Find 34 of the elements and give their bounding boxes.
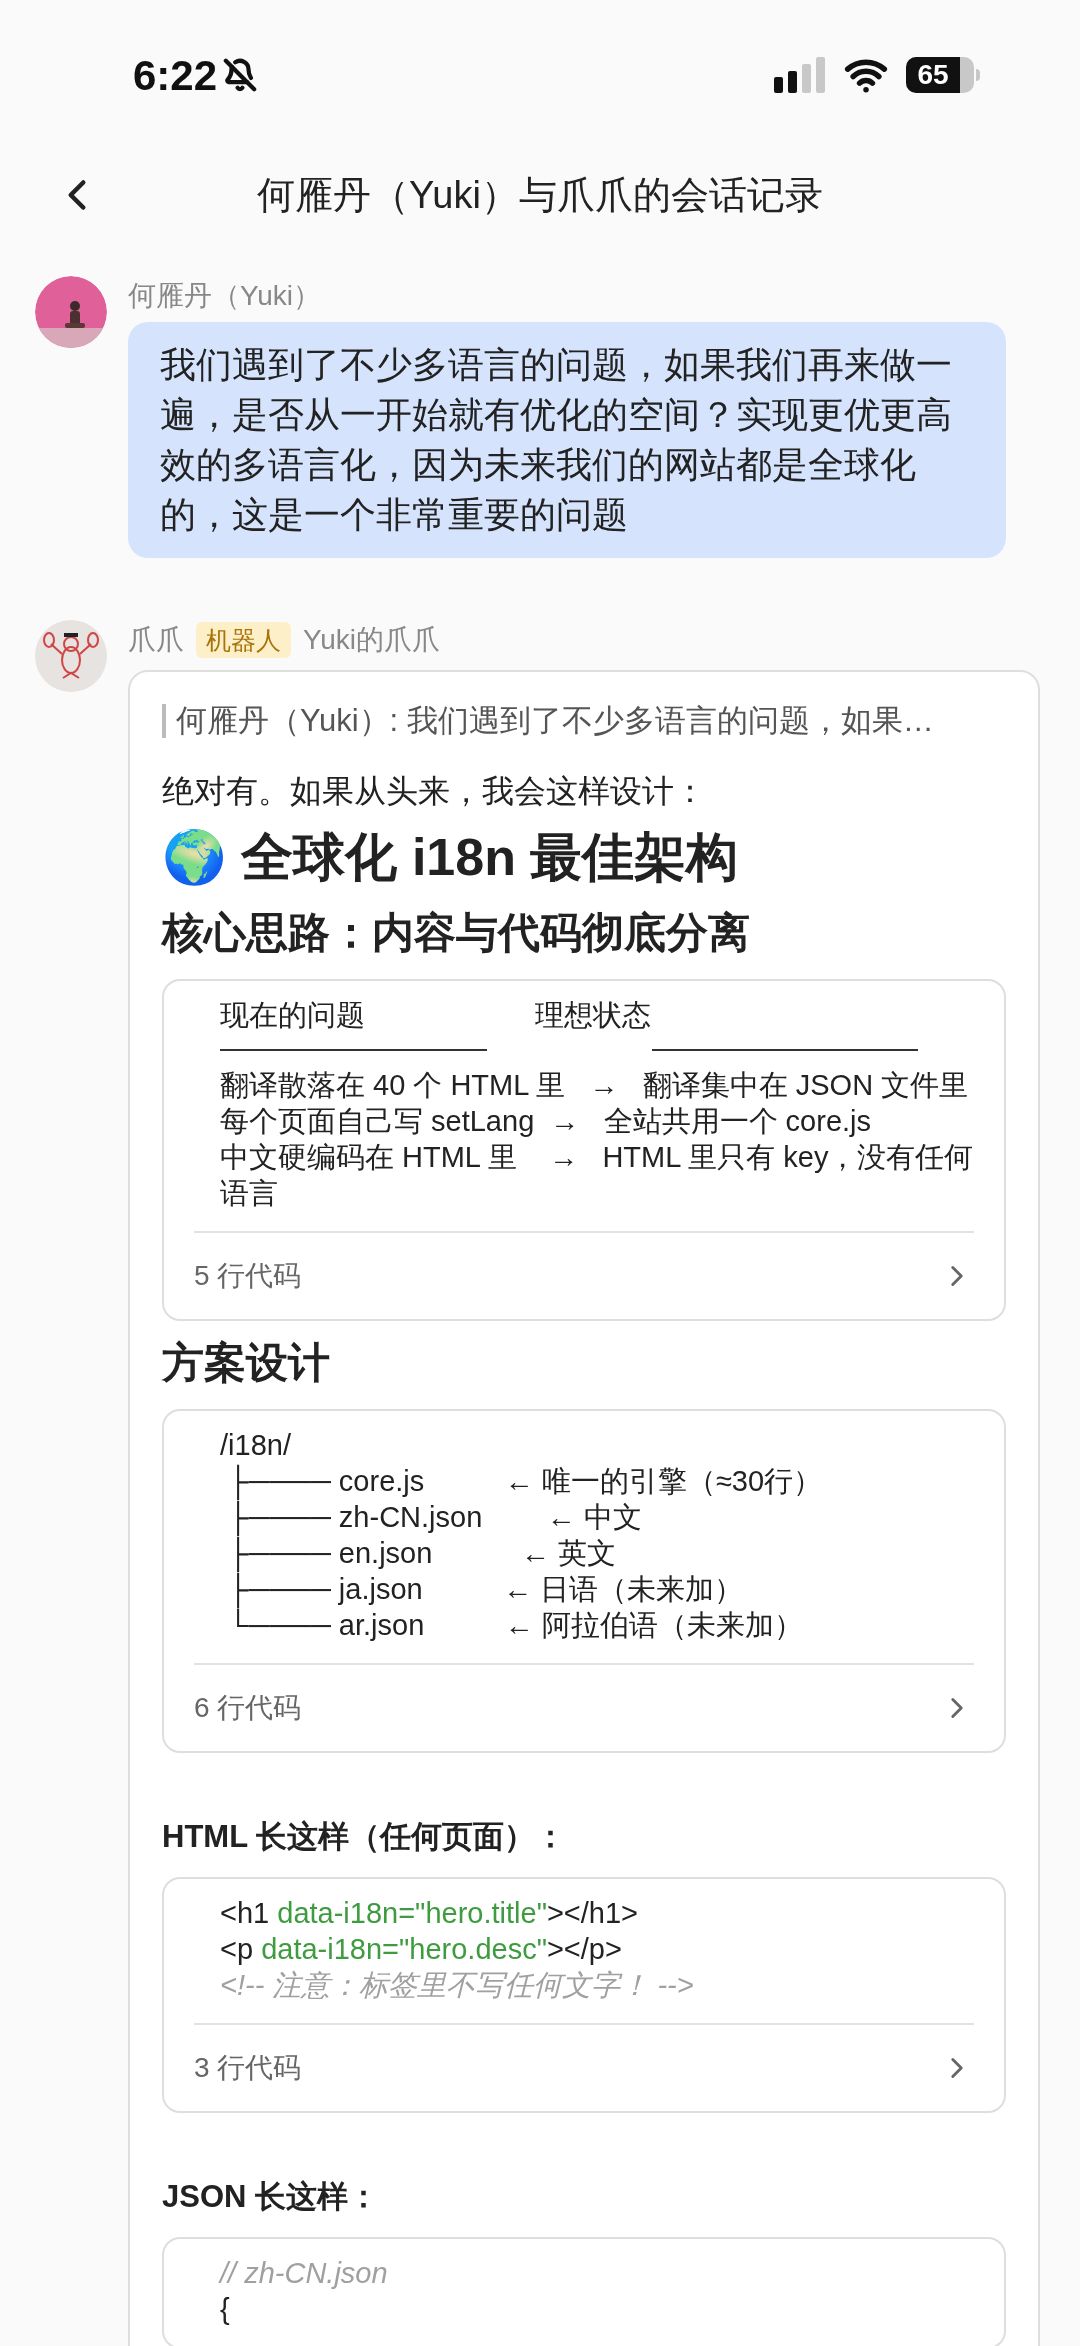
sender-name: 何雁丹（Yuki） [128, 279, 322, 313]
section-heading: HTML 长这样（任何页面）： [162, 1817, 568, 1856]
quoted-message: 何雁丹（Yuki）: 我们遇到了不少多语言的问题，如果… [176, 702, 934, 740]
table-header: 现在的问题 [220, 997, 366, 1033]
expand-code-button[interactable]: 3 行代码 [164, 2024, 1004, 2111]
code-comment: // zh-CN.json [220, 2255, 389, 2291]
code-line: <p data-i18n="hero.desc"></p> [220, 1931, 623, 1967]
status-time: 6:22 [133, 50, 218, 101]
reply-heading: 🌍 全球化 i18n 最佳架构 [162, 826, 740, 888]
code-line: <h1 data-i18n="hero.title"></h1> [220, 1895, 640, 1931]
code-line: 翻译散落在 40 个 HTML 里 → 翻译集中在 JSON 文件里 [220, 1067, 970, 1103]
reply-text: 绝对有。如果从头来，我会这样设计： [162, 771, 707, 811]
code-line: /i18n/ [220, 1427, 292, 1463]
page-title: 何雁丹（Yuki）与爪爪的会话记录 [256, 172, 824, 218]
code-line: 中文硬编码在 HTML 里 → HTML 里只有 key，没有任何语言 [220, 1139, 975, 1211]
battery-level: 65 [906, 57, 960, 93]
table-header: 理想状态 [535, 997, 651, 1033]
code-line: └──── ar.json ← 阿拉伯语（未来加） [227, 1608, 804, 1643]
bot-badge: 机器人 [196, 622, 291, 658]
section-heading: JSON 长这样： [162, 2177, 381, 2216]
section-heading: 方案设计 [162, 1337, 331, 1388]
code-line: ├──── core.js ← 唯一的引擎（≈30行） [220, 1462, 988, 1499]
code-line: { [220, 2291, 231, 2327]
owner-name: Yuki的爪爪 [303, 623, 440, 657]
code-line: 每个页面自己写 setLang → 全站共用一个 core.js [220, 1103, 872, 1139]
expand-code-button[interactable]: 5 行代码 [164, 1232, 1004, 1319]
expand-code-button[interactable]: 6 行代码 [164, 1664, 1004, 1751]
lobster-avatar [35, 620, 107, 692]
section-heading: 核心思路：内容与代码彻底分离 [162, 907, 751, 958]
message-bubble: 我们遇到了不少多语言的问题，如果我们再来做一遍，是否从一开始就有优化的空间？实现更优更高效的多语言化，因为未来我们的网站都是全球化的，这是一个非常重要的问题 [128, 322, 1006, 558]
code-comment: <!-- 注意：标签里不写任何文字！ --> [220, 1967, 695, 2003]
bell-off-icon [223, 58, 258, 92]
sender-name: 爪爪 [128, 623, 184, 657]
signal-icon [774, 57, 826, 93]
